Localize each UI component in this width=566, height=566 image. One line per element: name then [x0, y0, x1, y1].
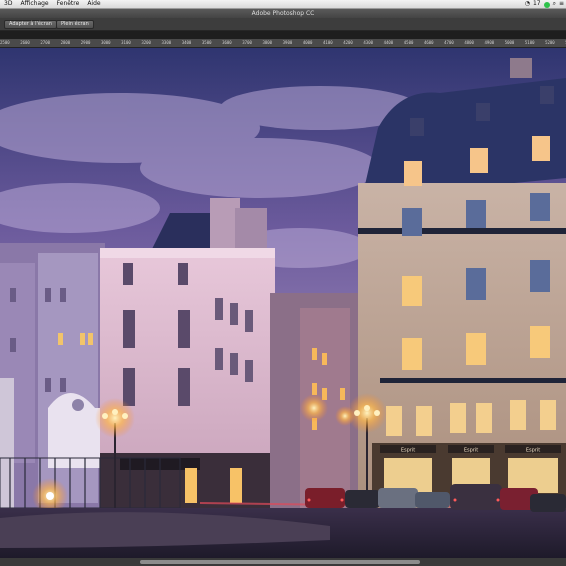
search-icon[interactable]: ⌕ [553, 0, 556, 8]
ruler-tick: 3400 [181, 40, 192, 45]
ruler-tick: 3100 [121, 40, 131, 45]
ruler-tick: 4400 [383, 40, 394, 45]
scrollbar-thumb[interactable] [140, 560, 420, 564]
status-area: ◔ 17 ⌕ ≡ [525, 0, 564, 8]
ruler-tick: 4800 [464, 40, 474, 45]
status-green-icon[interactable] [543, 1, 550, 8]
ruler-tick: 4700 [444, 40, 454, 45]
ruler-tick: 5000 [504, 40, 515, 45]
menu-aide[interactable]: Aide [83, 0, 104, 8]
left-buildings [0, 243, 105, 513]
fit-screen-button[interactable]: Adapter à l'écran [4, 20, 57, 29]
right-building: Esprit Esprit Esprit [358, 58, 566, 533]
ruler-tick: 3800 [262, 40, 273, 45]
ruler-tick: 4500 [403, 40, 414, 45]
window-title: Adobe Photoshop CC [0, 9, 566, 18]
ruler-ticks: 2500 2600 2700 2800 2900 3000 3100 3200 3300 3400… [0, 39, 566, 47]
shop-sign-3: Esprit [526, 448, 540, 454]
shop-sign-1: Esprit [401, 448, 415, 454]
ruler-tick: 2800 [60, 40, 71, 45]
ruler-tick: 5100 [524, 40, 535, 45]
list-icon[interactable]: ≡ [559, 0, 564, 8]
ruler-tick: 2600 [20, 40, 30, 45]
ruler-tick: 2700 [40, 40, 51, 45]
ruler-tick: 5200 [545, 40, 555, 45]
ruler-tick: 3600 [222, 40, 232, 45]
ruler-tick: 3900 [282, 40, 293, 45]
options-bar: Adapter à l'écran Plein écran [0, 18, 566, 31]
wifi-icon[interactable]: ◔ [525, 0, 530, 8]
menu-items: 3D Affichage Fenêtre Aide [0, 0, 105, 8]
ruler-tick: 4900 [484, 40, 495, 45]
shop-sign-2: Esprit [464, 448, 478, 454]
ruler-tick: 3200 [141, 40, 151, 45]
ruler-tick: 4000 [302, 40, 313, 45]
ruler-tick: 4100 [323, 40, 333, 45]
ruler-tick: 3300 [161, 40, 172, 45]
horizontal-ruler: 2500 2600 2700 2800 2900 3000 3100 3200 3300 3400… [0, 39, 566, 48]
ruler-tick: 2900 [80, 40, 91, 45]
menu-3d[interactable]: 3D [0, 0, 16, 8]
document-canvas[interactable]: Esprit Esprit Esprit [0, 48, 566, 558]
ruler-tick: 3500 [201, 40, 212, 45]
ruler-tick: 3000 [100, 40, 111, 45]
clock[interactable]: 17 [533, 0, 541, 8]
ruler-tick: 4200 [343, 40, 353, 45]
menu-affichage[interactable]: Affichage [16, 0, 52, 8]
menu-fenetre[interactable]: Fenêtre [53, 0, 84, 8]
ruler-tick: 3700 [242, 40, 252, 45]
tab-strip [0, 31, 566, 39]
menu-bar: 3D Affichage Fenêtre Aide ◔ 17 ⌕ ≡ [0, 0, 566, 9]
photo-image: Esprit Esprit Esprit [0, 48, 566, 558]
ruler-tick: 4600 [423, 40, 434, 45]
horizontal-scrollbar[interactable] [0, 558, 566, 566]
ruler-tick: 2500 [0, 40, 10, 45]
full-screen-button[interactable]: Plein écran [56, 20, 94, 29]
ruler-tick: 4300 [363, 40, 374, 45]
